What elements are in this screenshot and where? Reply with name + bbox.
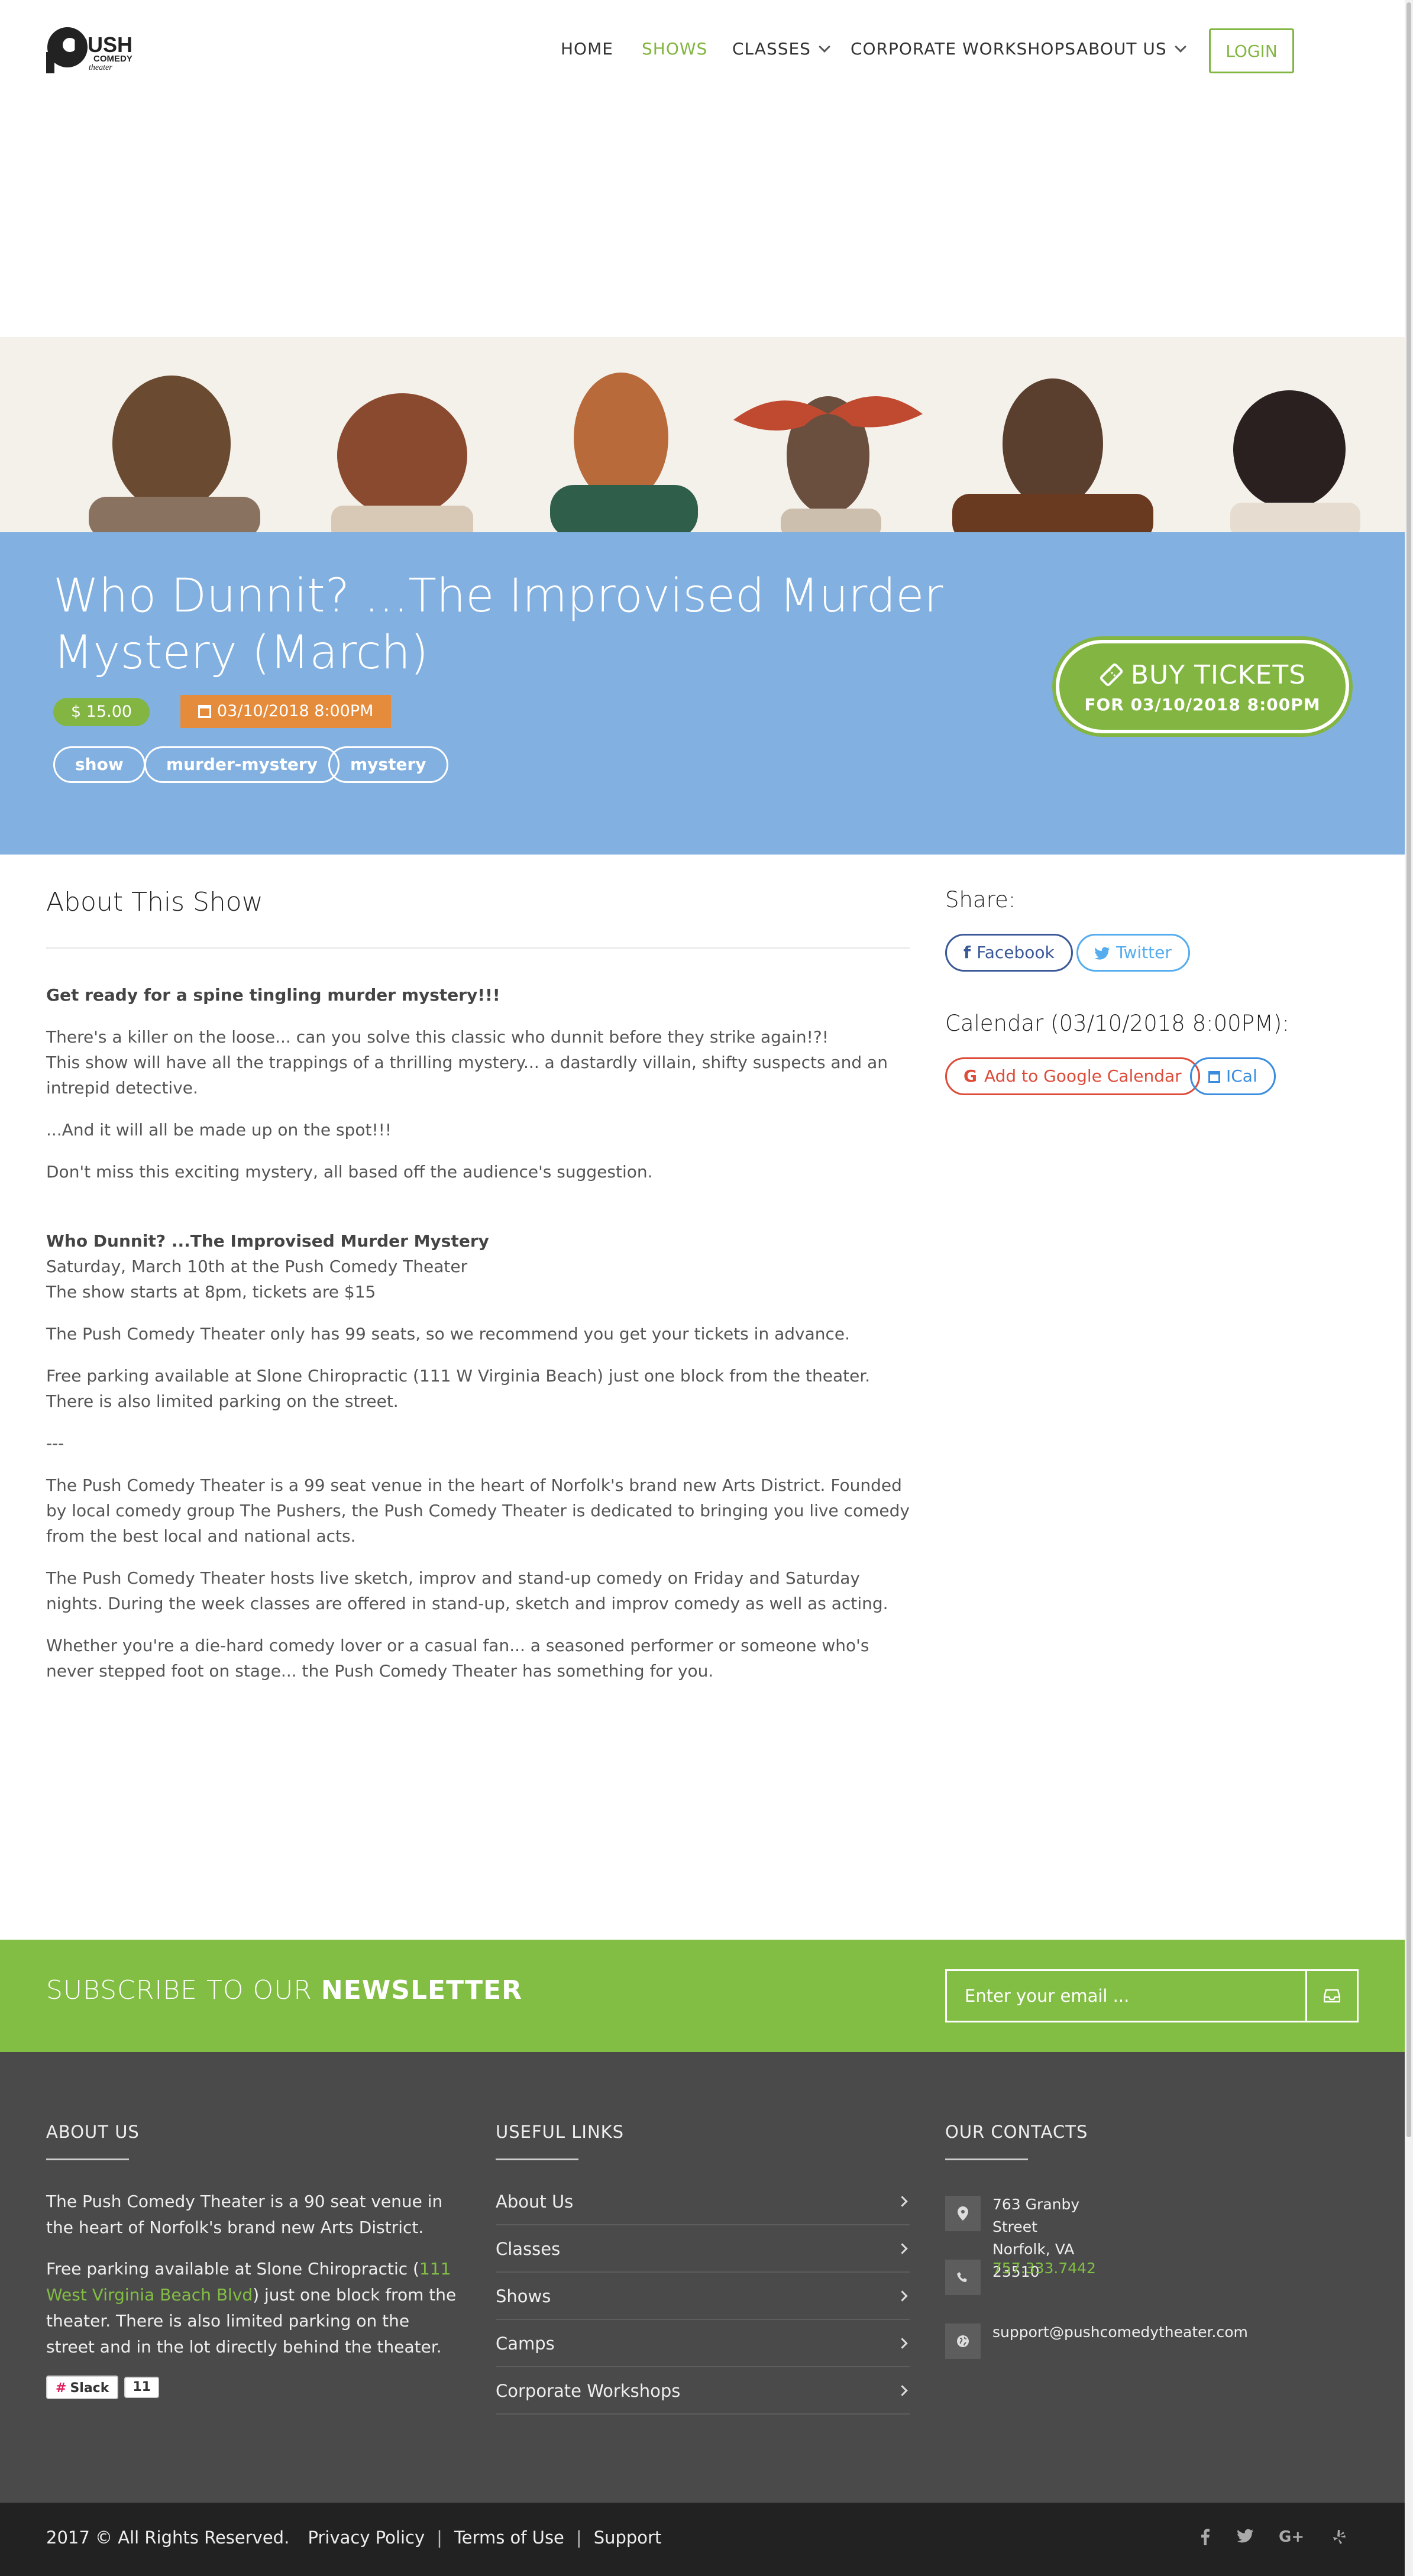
share-title: Share: bbox=[945, 887, 1016, 912]
email-link[interactable]: support@pushcomedytheater.com bbox=[992, 2321, 1248, 2344]
show-title: Who Dunnit? ...The Improvised Murder Mys… bbox=[53, 569, 943, 679]
show-description: Get ready for a spine tingling murder my… bbox=[46, 985, 910, 1681]
footer-about: ABOUT US The Push Comedy Theater is a 90… bbox=[46, 2122, 460, 2399]
lead-text: Get ready for a spine tingling murder my… bbox=[46, 985, 500, 1005]
share-buttons: f Facebook Twitter bbox=[945, 934, 1371, 973]
bottom-bar: 2017 © All Rights Reserved. Privacy Poli… bbox=[0, 2503, 1405, 2576]
date-badge: 03/10/2018 8:00PM bbox=[180, 695, 392, 728]
facebook-icon[interactable] bbox=[1201, 2529, 1210, 2548]
show-banner-image bbox=[0, 337, 1405, 532]
site-footer: ABOUT US The Push Comedy Theater is a 90… bbox=[0, 2052, 1405, 2503]
about-show-section: About This Show Get ready for a spine ti… bbox=[46, 887, 910, 1684]
add-to-google-calendar-button[interactable]: G Add to Google Calendar bbox=[945, 1057, 1200, 1095]
scrollbar-thumb[interactable] bbox=[1406, 2, 1411, 2137]
twitter-icon bbox=[1095, 947, 1110, 960]
calendar-icon bbox=[1208, 1071, 1220, 1083]
contact-address: 763 Granby Street Norfolk, VA 23510 bbox=[945, 2196, 1088, 2280]
tag-murder-mystery[interactable]: murder-mystery bbox=[144, 746, 339, 783]
google-plus-icon[interactable]: G+ bbox=[1279, 2528, 1304, 2546]
login-button[interactable]: LOGIN bbox=[1209, 28, 1294, 73]
nav-about-us[interactable]: ABOUT US bbox=[1076, 39, 1186, 59]
slack-icon: # bbox=[56, 2381, 67, 2396]
newsletter-submit-button[interactable] bbox=[1305, 1969, 1359, 2022]
footer-link-about-us[interactable]: About Us bbox=[496, 2178, 910, 2225]
calendar-buttons: G Add to Google Calendar ICal bbox=[945, 1057, 1371, 1096]
chevron-right-icon bbox=[897, 2243, 908, 2254]
about-show-title: About This Show bbox=[46, 887, 263, 917]
footer-contacts-title: OUR CONTACTS bbox=[945, 2122, 1088, 2142]
slack-widget[interactable]: # Slack 11 bbox=[46, 2376, 460, 2399]
chevron-right-icon bbox=[897, 2196, 908, 2207]
divider bbox=[46, 947, 910, 949]
nav-corporate-workshops[interactable]: CORPORATE WORKSHOPS bbox=[851, 39, 1076, 59]
tag-show[interactable]: show bbox=[53, 746, 145, 783]
footer-link-shows[interactable]: Shows bbox=[496, 2273, 910, 2320]
footer-link-classes[interactable]: Classes bbox=[496, 2225, 910, 2273]
inbox-icon bbox=[1324, 1989, 1340, 2003]
buy-tickets-subtitle: FOR 03/10/2018 8:00PM bbox=[1084, 695, 1321, 714]
nav-shows[interactable]: SHOWS bbox=[642, 39, 707, 59]
privacy-policy-link[interactable]: Privacy Policy bbox=[308, 2528, 425, 2548]
footer-link-camps[interactable]: Camps bbox=[496, 2320, 910, 2367]
useful-links-list: About Us Classes Shows Camps Corporate W… bbox=[496, 2178, 910, 2415]
twitter-icon[interactable] bbox=[1237, 2529, 1254, 2545]
sidebar: Share: f Facebook Twitter Calendar (03/10… bbox=[945, 887, 1371, 1096]
copyright-text: 2017 © All Rights Reserved. bbox=[46, 2528, 290, 2548]
buy-tickets-button[interactable]: BUY TICKETS FOR 03/10/2018 8:00PM bbox=[1056, 640, 1349, 733]
slack-badge[interactable]: # Slack bbox=[46, 2376, 119, 2399]
tag-mystery[interactable]: mystery bbox=[328, 746, 448, 783]
phone-icon bbox=[945, 2260, 981, 2295]
ical-button[interactable]: ICal bbox=[1190, 1057, 1276, 1095]
share-twitter-button[interactable]: Twitter bbox=[1076, 934, 1190, 972]
globe-icon bbox=[945, 2323, 981, 2359]
newsletter-section: SUBSCRIBE TO OUR NEWSLETTER bbox=[0, 1940, 1405, 2052]
map-marker-icon bbox=[945, 2196, 981, 2231]
footer-about-title: ABOUT US bbox=[46, 2122, 140, 2142]
phone-link[interactable]: 757.333.7442 bbox=[992, 2257, 1096, 2280]
google-icon: G bbox=[963, 1066, 977, 1086]
terms-of-use-link[interactable]: Terms of Use bbox=[454, 2528, 564, 2548]
footer-links: USEFUL LINKS About Us Classes Shows Camp… bbox=[496, 2122, 910, 2415]
chevron-down-icon bbox=[1174, 41, 1186, 53]
facebook-icon: f bbox=[963, 943, 971, 962]
chevron-right-icon bbox=[897, 2338, 908, 2349]
footer-contacts: OUR CONTACTS 763 Granby Street Norfolk, V… bbox=[945, 2122, 1248, 2359]
calendar-title: Calendar (03/10/2018 8:00PM): bbox=[945, 1011, 1289, 1036]
newsletter-email-input[interactable] bbox=[945, 1969, 1307, 2022]
footer-links-title: USEFUL LINKS bbox=[496, 2122, 625, 2142]
contact-email: support@pushcomedytheater.com bbox=[945, 2323, 1248, 2359]
contact-phone: 757.333.7442 bbox=[945, 2260, 1096, 2295]
chevron-right-icon bbox=[897, 2385, 908, 2396]
support-link[interactable]: Support bbox=[594, 2528, 662, 2548]
ticket-icon bbox=[1100, 663, 1123, 687]
newsletter-title: SUBSCRIBE TO OUR NEWSLETTER bbox=[46, 1975, 523, 2005]
calendar-icon bbox=[198, 705, 211, 718]
yelp-icon[interactable] bbox=[1332, 2529, 1346, 2548]
nav-classes[interactable]: CLASSES bbox=[732, 39, 830, 59]
chevron-right-icon bbox=[897, 2290, 908, 2302]
footer-link-corporate-workshops[interactable]: Corporate Workshops bbox=[496, 2367, 910, 2415]
show-hero: Who Dunnit? ...The Improvised Murder Mys… bbox=[0, 532, 1405, 855]
svg-text:G+: G+ bbox=[1279, 2529, 1304, 2544]
slack-member-count: 11 bbox=[124, 2377, 159, 2398]
price-badge: $ 15.00 bbox=[53, 698, 150, 726]
chevron-down-icon bbox=[819, 41, 830, 53]
share-facebook-button[interactable]: f Facebook bbox=[945, 934, 1073, 972]
show-name: Who Dunnit? ...The Improvised Murder Mys… bbox=[46, 1231, 489, 1251]
site-header: PUSH COMEDY theater HOME SHOWS CLASSES C… bbox=[0, 0, 1405, 101]
main-nav: HOME SHOWS CLASSES CORPORATE WORKSHOPS A… bbox=[0, 28, 1405, 76]
nav-home[interactable]: HOME bbox=[561, 39, 613, 59]
